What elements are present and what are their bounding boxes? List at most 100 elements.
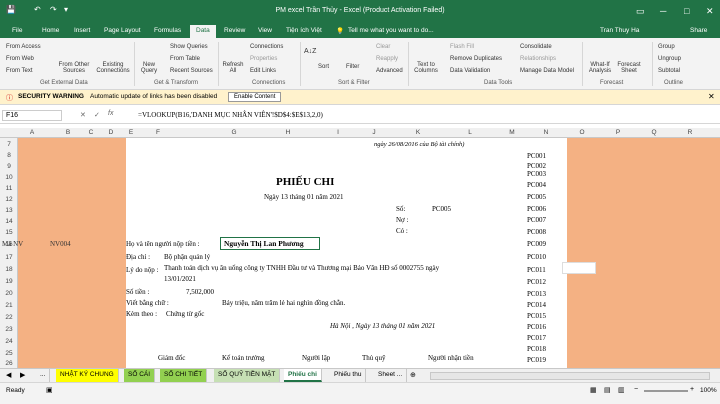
pc-list-item[interactable]: PC015 [527, 312, 546, 320]
col-header-n[interactable]: N [538, 129, 554, 136]
formula-input[interactable]: =VLOOKUP(B16,'DANH MỤC NHÂN VIÊN'!$D$4:$… [138, 111, 323, 119]
pc-list-item[interactable]: PC017 [527, 334, 546, 342]
pc-list-item[interactable]: PC004 [527, 181, 546, 189]
horizontal-scrollbar[interactable] [430, 372, 710, 380]
tell-me-input[interactable]: Tell me what you want to do... [348, 27, 434, 34]
what-if-analysis-button[interactable]: What-If Analysis [586, 62, 614, 74]
col-header-d[interactable]: D [104, 129, 118, 136]
col-header-c[interactable]: C [84, 129, 98, 136]
enter-icon[interactable]: ✓ [94, 111, 100, 119]
sheet-tab-so-cai[interactable]: SỔ CÁI [124, 369, 156, 382]
row-header[interactable]: 24 [0, 338, 18, 345]
col-header-g[interactable]: G [226, 129, 242, 136]
forecast-sheet-button[interactable]: Forecast Sheet [616, 62, 642, 74]
zoom-out-icon[interactable]: − [634, 386, 638, 393]
recent-sources-button[interactable]: Recent Sources [170, 68, 213, 74]
add-sheet-icon[interactable]: ⊕ [410, 371, 416, 379]
reapply-button[interactable]: Reapply [376, 56, 398, 62]
enable-content-button[interactable]: Enable Content [228, 92, 282, 102]
page-layout-view-icon[interactable]: ▤ [604, 386, 611, 394]
tab-data[interactable]: Data [190, 25, 216, 38]
normal-view-icon[interactable]: ▦ [590, 386, 597, 394]
row-header[interactable]: 23 [0, 326, 18, 333]
row-header[interactable]: 8 [0, 152, 18, 159]
pc-list-item[interactable]: PC010 [527, 253, 546, 261]
text-to-columns-button[interactable]: Text to Columns [412, 62, 440, 74]
pc-list-item[interactable]: PC005 [527, 193, 546, 201]
col-header-e[interactable]: E [124, 129, 138, 136]
ungroup-button[interactable]: Ungroup [658, 56, 681, 62]
col-header-r[interactable]: R [682, 129, 698, 136]
from-text-button[interactable]: From Text [6, 68, 33, 74]
zoom-in-icon[interactable]: + [690, 386, 694, 393]
row-header[interactable]: 7 [0, 141, 18, 148]
filter-button[interactable]: Filter [346, 64, 359, 70]
pc-list-item[interactable]: PC018 [527, 345, 546, 353]
cell-a16[interactable]: Mã NV [2, 240, 23, 248]
col-header-b[interactable]: B [60, 129, 76, 136]
pc-list-item[interactable]: PC019 [527, 356, 546, 364]
col-header-a[interactable]: A [24, 129, 40, 136]
col-header-i[interactable]: I [330, 129, 346, 136]
col-header-j[interactable]: J [366, 129, 382, 136]
advanced-button[interactable]: Advanced [376, 68, 403, 74]
connections-button[interactable]: Connections [250, 44, 283, 50]
scroll-right-icon[interactable]: ▶ [20, 371, 25, 379]
sheet-tab-nhat-ky-chung[interactable]: NHẬT KÝ CHUNG [56, 369, 119, 382]
row-header[interactable]: 9 [0, 163, 18, 170]
remove-duplicates-button[interactable]: Remove Duplicates [450, 56, 502, 62]
reason-value-line2[interactable]: 13/01/2021 [164, 275, 196, 283]
row-header[interactable]: 22 [0, 314, 18, 321]
from-table-button[interactable]: From Table [170, 56, 200, 62]
pc-list-item[interactable]: PC012 [527, 278, 546, 286]
sheet-tab-more[interactable]: ... [36, 369, 51, 382]
data-validation-button[interactable]: Data Validation [450, 68, 490, 74]
pc-list-item[interactable]: PC013 [527, 290, 546, 298]
name-box[interactable]: F16 [2, 110, 62, 121]
row-header[interactable]: 12 [0, 196, 18, 203]
refresh-all-button[interactable]: Refresh All [222, 62, 244, 74]
row-header[interactable]: 15 [0, 229, 18, 236]
row-header[interactable]: 14 [0, 218, 18, 225]
macro-record-icon[interactable]: ▣ [46, 386, 53, 394]
row-header[interactable]: 26 [0, 360, 18, 367]
flash-fill-button[interactable]: Flash Fill [450, 44, 474, 50]
ribbon-display-icon[interactable]: ▭ [636, 6, 645, 17]
zoom-slider[interactable] [644, 390, 688, 392]
row-header[interactable]: 18 [0, 266, 18, 273]
pc-list-item[interactable]: PC001 [527, 152, 546, 160]
col-header-q[interactable]: Q [646, 129, 662, 136]
pc-list-item[interactable]: PC007 [527, 216, 546, 224]
row-header[interactable]: 11 [0, 185, 18, 192]
sort-button[interactable]: Sort [318, 64, 329, 70]
maximize-icon[interactable]: □ [684, 6, 689, 16]
row-header[interactable]: 21 [0, 302, 18, 309]
tab-insert[interactable]: Insert [74, 27, 90, 34]
col-header-f[interactable]: F [150, 129, 166, 136]
minimize-icon[interactable]: ─ [660, 6, 666, 16]
sort-az-icon[interactable]: A↓Z [304, 48, 316, 55]
show-queries-button[interactable]: Show Queries [170, 44, 208, 50]
col-header-m[interactable]: M [504, 129, 520, 136]
row-header[interactable]: 25 [0, 350, 18, 357]
row-header[interactable]: 19 [0, 278, 18, 285]
col-header-h[interactable]: H [280, 129, 296, 136]
reason-value-line1[interactable]: Thanh toán dịch vụ ăn uống công ty TNHH … [164, 264, 439, 272]
row-header[interactable]: 20 [0, 290, 18, 297]
tab-page-layout[interactable]: Page Layout [104, 27, 141, 34]
pc-list-item[interactable]: PC011 [527, 266, 546, 274]
edit-links-button[interactable]: Edit Links [250, 68, 276, 74]
sheet-tab-phieu-thu[interactable]: Phiếu thu [330, 369, 367, 382]
name-value[interactable]: Nguyễn Thị Lan Phương [224, 239, 304, 248]
sheet-tab-so-chi-tiet[interactable]: SỔ CHI TIẾT [160, 369, 208, 382]
new-query-button[interactable]: New Query [138, 62, 160, 74]
relationships-button[interactable]: Relationships [520, 56, 556, 62]
tab-home[interactable]: Home [42, 27, 59, 34]
tab-file[interactable]: File [12, 27, 22, 34]
attachment-value[interactable]: Chứng từ gốc [166, 310, 204, 318]
row-header[interactable]: 17 [0, 254, 18, 261]
scroll-left-icon[interactable]: ◀ [6, 371, 11, 379]
consolidate-button[interactable]: Consolidate [520, 44, 552, 50]
sheet-tab-so-quy-tien-mat[interactable]: SỔ QUỸ TIỀN MẶT [214, 369, 281, 382]
amount-value[interactable]: 7,502,000 [186, 288, 214, 296]
